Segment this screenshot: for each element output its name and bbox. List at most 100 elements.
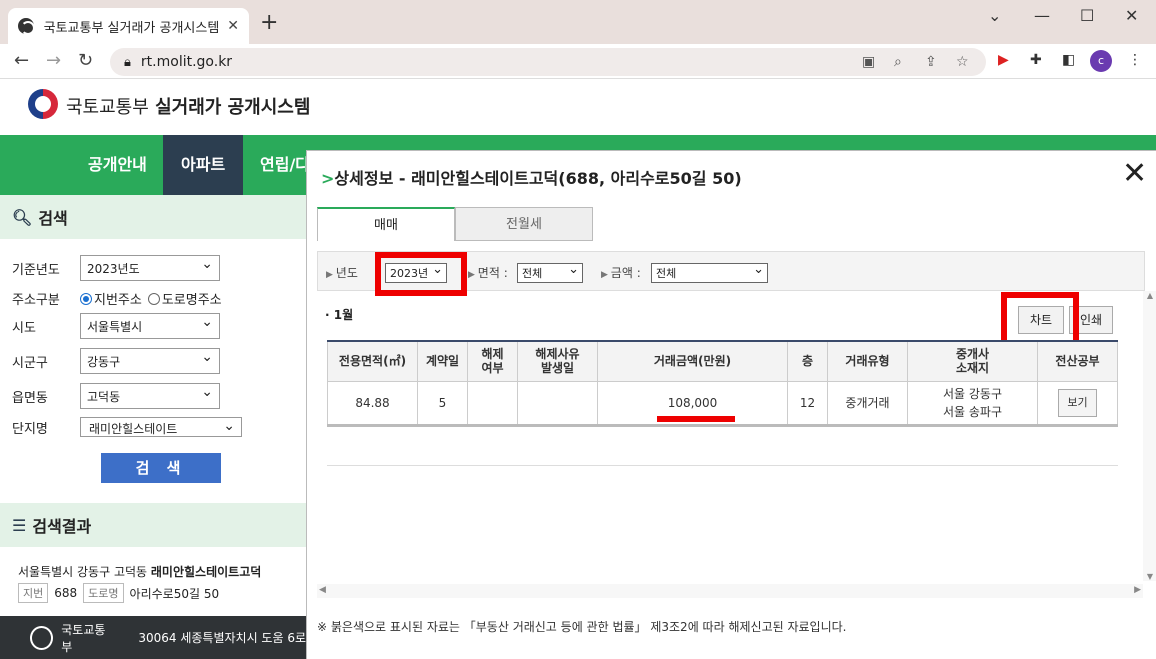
sigungu-label: 시군구 — [12, 355, 48, 371]
dong-select[interactable]: 고덕동 — [80, 383, 220, 409]
site-footer: 국토교통부 30064 세종특별자치시 도움 6로 — [0, 616, 306, 659]
detail-modal: >상세정보 - 래미안힐스테이트고덕(688, 아리수로50길 50) ✕ 매매… — [306, 150, 1156, 659]
col-day: 계약일 — [417, 340, 468, 382]
share-icon[interactable]: ⇪ — [925, 54, 937, 70]
view-button[interactable]: 보기 — [1058, 388, 1097, 417]
scroll-right-icon[interactable]: ▶ — [1134, 585, 1141, 595]
tab-close-icon[interactable]: ✕ — [227, 18, 239, 34]
url-text: rt.molit.go.kr — [140, 54, 233, 70]
cell-cancel-date — [517, 380, 598, 427]
modal-title: >상세정보 - 래미안힐스테이트고덕(688, 아리수로50길 50) — [321, 165, 742, 189]
month-heading: · 1월 — [325, 308, 354, 322]
radio-jibun[interactable] — [80, 292, 92, 305]
cell-floor: 12 — [787, 380, 828, 427]
forward-button[interactable]: → — [46, 50, 61, 71]
caret-icon: ▶ — [468, 270, 478, 280]
price-filter-select[interactable]: 전체 — [651, 262, 768, 283]
footnote: ※ 붉은색으로 표시된 자료는 「부동산 거래신고 등에 관한 법률」 제3조2… — [317, 620, 847, 634]
site-title[interactable]: 국토교통부 실거래가 공개시스템 — [66, 93, 310, 119]
nav-item-notice[interactable]: 공개안내 — [70, 135, 165, 195]
menu-kebab-icon[interactable]: ⋮ — [1128, 52, 1142, 68]
results-panel-header: ☰ 검색결과 — [0, 503, 306, 547]
cell-area: 84.88 — [327, 380, 418, 427]
table-header-row: 전용면적(㎡) 계약일 해제 여부 해제사유 발생일 거래금액(만원) 층 거래… — [327, 340, 1118, 382]
addr-type-label: 주소구분 — [12, 293, 60, 308]
profile-avatar[interactable]: c — [1090, 50, 1112, 72]
site-title-org: 국토교통부 — [66, 97, 149, 118]
close-window-button[interactable]: ✕ — [1125, 6, 1138, 25]
reload-button[interactable]: ↻ — [78, 50, 93, 71]
jibun-value: 688 — [54, 586, 78, 600]
sigungu-row: 시군구 강동구 — [12, 348, 220, 374]
browser-tab[interactable]: 국토교통부 실거래가 공개시스템 ✕ — [8, 8, 249, 44]
side-panel-icon[interactable]: ◧ — [1062, 52, 1075, 68]
scroll-down-icon[interactable]: ▼ — [1143, 572, 1156, 581]
tab-rent[interactable]: 전월세 — [455, 207, 593, 241]
road-value: 아리수로50길 50 — [129, 586, 220, 601]
complex-input[interactable]: 래미안힐스테이트 — [80, 417, 242, 437]
area-filter-text: 면적 : — [477, 266, 508, 280]
agent-location-2: 서울 송파구 — [942, 404, 1002, 419]
site-title-system: 실거래가 공개시스템 — [155, 97, 311, 118]
year-filter-text: 년도 — [335, 266, 358, 280]
nav-item-apartment[interactable]: 아파트 — [163, 135, 244, 195]
year-label: 기준년도 — [12, 262, 60, 278]
result-complex-name[interactable]: 래미안힐스테이트고덕 — [151, 565, 261, 579]
list-icon: ☰ — [12, 515, 27, 535]
zoom-icon[interactable]: ⌕ — [894, 54, 902, 70]
complex-label: 단지명 — [12, 421, 48, 437]
result-address: 서울특별시 강동구 고덕동 — [18, 565, 151, 579]
ministry-logo-icon[interactable] — [28, 89, 58, 119]
bookmark-star-icon[interactable]: ☆ — [956, 54, 969, 70]
address-bar[interactable]: 🔒︎ rt.molit.go.kr ▣ ⌕ ⇪ ☆ — [110, 48, 986, 76]
maximize-button[interactable]: ☐ — [1080, 6, 1094, 25]
modal-close-icon[interactable]: ✕ — [1122, 159, 1147, 189]
area-filter-select[interactable]: 전체 — [517, 262, 583, 283]
caret-icon: ▶ — [326, 270, 336, 280]
result-item[interactable]: 서울특별시 강동구 고덕동 래미안힐스테이트고덕 — [18, 563, 261, 580]
results-panel-title: 검색결과 — [32, 517, 92, 536]
popup-blocked-icon[interactable]: ▣ — [862, 54, 875, 70]
tab-title: 국토교통부 실거래가 공개시스템 — [43, 20, 220, 36]
radio-road-label[interactable]: 도로명주소 — [162, 289, 222, 308]
extensions-puzzle-icon[interactable]: ✚ — [1030, 52, 1042, 68]
sigungu-select[interactable]: 강동구 — [80, 348, 220, 374]
year-select[interactable]: 2023년도 — [80, 255, 220, 281]
cell-day: 5 — [417, 380, 468, 427]
modal-title-text: 상세정보 - 래미안힐스테이트고덕(688, 아리수로50길 50) — [334, 169, 742, 188]
vertical-scrollbar[interactable]: ▲ ▼ — [1143, 291, 1156, 581]
cell-type: 중개거래 — [827, 380, 908, 427]
search-panel-title: 검색 — [38, 209, 68, 228]
extension-icon[interactable]: ▶ — [998, 52, 1009, 68]
price-filter-text: 금액 : — [610, 266, 641, 280]
radio-road[interactable] — [147, 292, 160, 305]
addr-type-row: 주소구분 지번주소 도로명주소 — [12, 289, 222, 308]
search-panel-header: 🔍︎ 검색 — [0, 195, 306, 239]
scroll-up-icon[interactable]: ▲ — [1143, 291, 1156, 300]
footer-address: 30064 세종특별자치시 도움 6로 — [138, 631, 306, 645]
caret-icon: ▶ — [601, 270, 611, 280]
col-agent-location: 중개사 소재지 — [907, 340, 1038, 382]
cell-agent-location: 서울 강동구 서울 송파구 — [907, 380, 1038, 427]
scroll-left-icon[interactable]: ◀ — [319, 585, 326, 595]
col-price: 거래금액(만원) — [597, 340, 788, 382]
radio-jibun-label[interactable]: 지번주소 — [94, 289, 142, 308]
transaction-table: 전용면적(㎡) 계약일 해제 여부 해제사유 발생일 거래금액(만원) 층 거래… — [327, 340, 1118, 427]
title-chevron-icon: > — [321, 169, 335, 188]
sido-select[interactable]: 서울특별시 — [80, 313, 220, 339]
tab-trade[interactable]: 매매 — [317, 207, 455, 241]
lock-icon: 🔒︎ — [124, 54, 131, 70]
footer-logo-icon — [30, 625, 54, 650]
dong-row: 읍면동 고덕동 — [12, 383, 220, 409]
area-filter-label: ▶ 면적 : — [468, 264, 508, 281]
new-tab-button[interactable]: + — [260, 10, 278, 35]
search-button[interactable]: 검 색 — [101, 453, 221, 483]
year-row: 기준년도 2023년도 — [12, 255, 220, 281]
col-type: 거래유형 — [827, 340, 908, 382]
back-button[interactable]: ← — [14, 50, 29, 71]
horizontal-scrollbar[interactable]: ◀ ▶ — [317, 584, 1143, 598]
minimize-button[interactable]: — — [1034, 6, 1050, 25]
tab-search-icon[interactable]: ⌄ — [988, 6, 1001, 25]
price-filter-label: ▶ 금액 : — [601, 264, 641, 281]
site-header: 국토교통부 실거래가 공개시스템 — [0, 79, 1156, 135]
